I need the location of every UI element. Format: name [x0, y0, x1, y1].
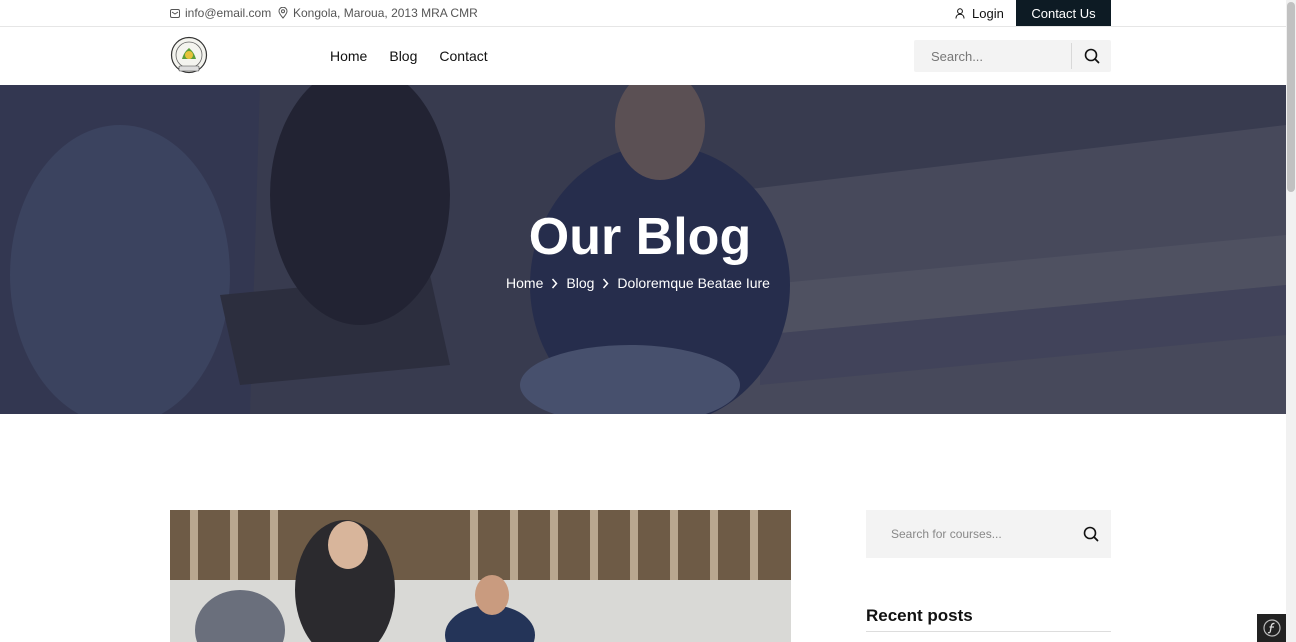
recent-posts-divider [866, 631, 1111, 632]
nav-blog[interactable]: Blog [389, 48, 417, 64]
address-text: Kongola, Maroua, 2013 MRA CMR [293, 6, 478, 20]
contact-us-button[interactable]: Contact Us [1016, 0, 1111, 26]
course-search-input[interactable] [866, 510, 1071, 558]
address-info: Kongola, Maroua, 2013 MRA CMR [278, 0, 478, 26]
chevron-right-icon [551, 278, 558, 289]
post-featured-image[interactable] [170, 510, 791, 642]
login-link[interactable]: Login [955, 0, 1004, 26]
sidebar-search [866, 510, 1111, 558]
header-search-input[interactable] [914, 40, 1071, 72]
chevron-right-icon [602, 278, 609, 289]
login-label: Login [972, 5, 1004, 21]
hero-banner: Our Blog Home Blog Doloremque Beatae Iur… [0, 85, 1286, 414]
page-title: Our Blog [528, 208, 752, 266]
search-icon [1084, 48, 1099, 64]
email-text: info@email.com [185, 6, 272, 20]
course-search-button[interactable] [1071, 510, 1111, 558]
nav-home[interactable]: Home [330, 48, 367, 64]
page-scrollbar[interactable] [1286, 0, 1296, 642]
user-icon [955, 7, 965, 19]
debug-toolbar-toggle[interactable] [1257, 614, 1286, 642]
mail-icon [170, 8, 180, 18]
main-menu: Home Blog Contact [330, 27, 510, 85]
recent-posts-heading: Recent posts [866, 606, 973, 625]
breadcrumb-blog[interactable]: Blog [566, 275, 594, 291]
header-search-button[interactable] [1072, 40, 1111, 72]
top-bar: info@email.com Kongola, Maroua, 2013 MRA… [0, 0, 1286, 27]
logo-emblem-icon [170, 36, 208, 74]
scrollbar-thumb[interactable] [1287, 2, 1295, 192]
breadcrumb-current: Doloremque Beatae Iure [617, 275, 770, 291]
symfony-logo-icon [1262, 619, 1281, 637]
email-info[interactable]: info@email.com [170, 0, 271, 26]
search-icon [1083, 526, 1099, 542]
nav-contact[interactable]: Contact [439, 48, 487, 64]
post-photo [170, 510, 791, 642]
header-search [914, 40, 1111, 72]
main-navbar: Home Blog Contact [0, 27, 1286, 85]
site-logo[interactable] [170, 36, 208, 76]
location-pin-icon [278, 7, 288, 19]
breadcrumb-home[interactable]: Home [506, 275, 543, 291]
breadcrumb: Home Blog Doloremque Beatae Iure [0, 275, 1276, 291]
